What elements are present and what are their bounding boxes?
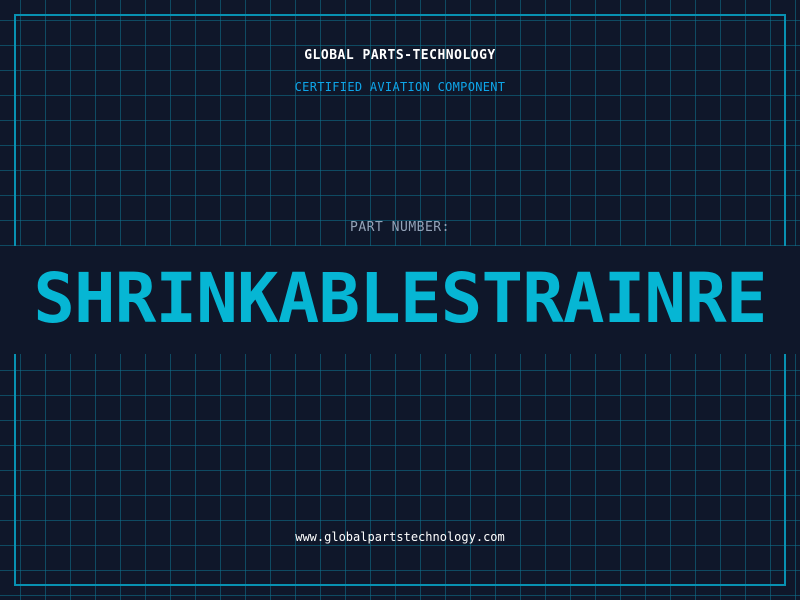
part-number-label: PART NUMBER:	[350, 220, 450, 235]
certification-tagline: CERTIFIED AVIATION COMPONENT	[294, 80, 506, 94]
company-name: GLOBAL PARTS-TECHNOLOGY	[304, 48, 496, 63]
website-url: www.globalpartstechnology.com	[295, 530, 505, 544]
part-number-value: SHRINKABLESTRAINRE	[33, 259, 767, 339]
certificate-page: GLOBAL PARTS-TECHNOLOGY CERTIFIED AVIATI…	[0, 0, 800, 600]
